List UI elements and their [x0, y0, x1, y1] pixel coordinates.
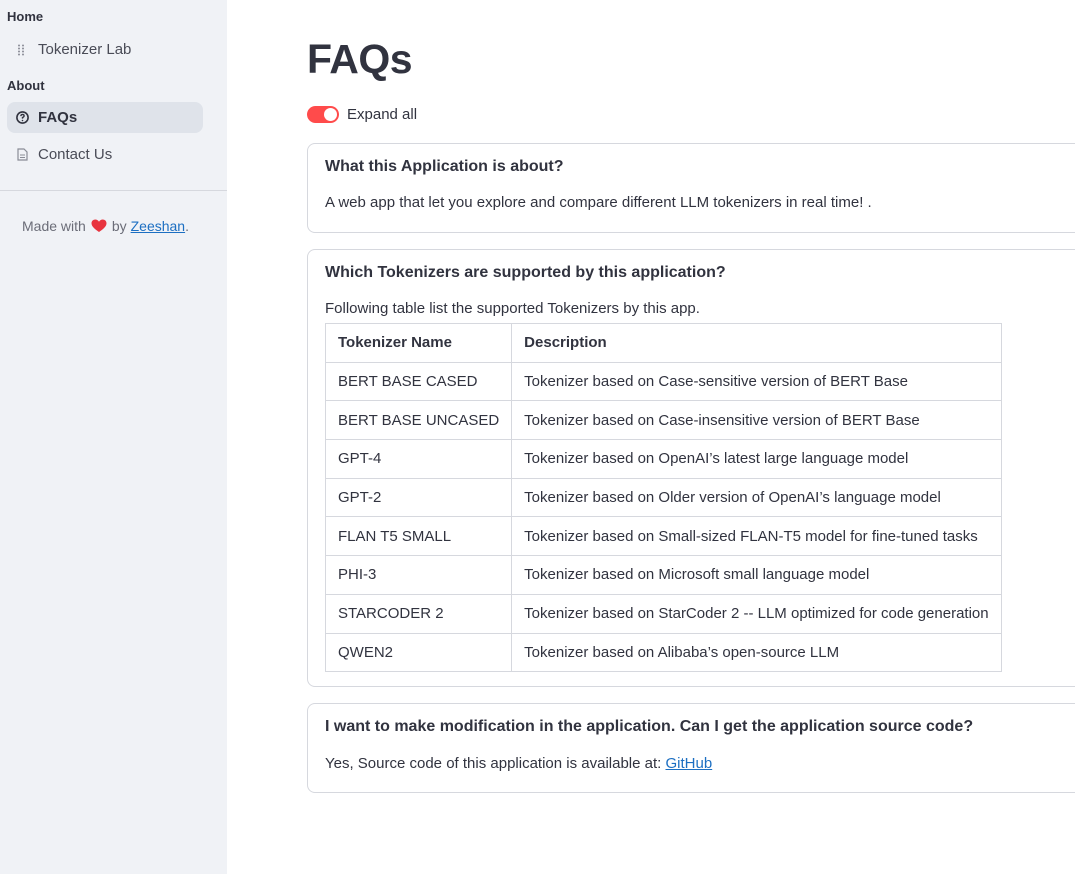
faq-card-about[interactable]: What this Application is about? A web ap…: [307, 143, 1075, 233]
table-row: GPT-2 Tokenizer based on Older version o…: [324, 477, 1002, 518]
grid-dots-icon: [16, 43, 29, 56]
faq-question[interactable]: What this Application is about?: [325, 158, 564, 176]
table-cell-name: GPT-4: [324, 439, 513, 479]
table-cell-name: PHI-3: [324, 555, 513, 595]
table-cell-name: QWEN2: [324, 632, 513, 673]
table-cell-description: Tokenizer based on Alibaba’s open-source…: [511, 632, 1002, 673]
sidebar: Home Tokenizer Lab About FAQs Contact Us…: [0, 0, 227, 874]
tokenizers-table: Tokenizer Name Description BERT BASE CAS…: [324, 323, 1002, 673]
made-with-by: by: [111, 218, 127, 234]
table-cell-description: Tokenizer based on Case-sensitive versio…: [511, 361, 1002, 402]
table-header-name: Tokenizer Name: [324, 323, 513, 363]
sidebar-item-label: Tokenizer Lab: [38, 41, 132, 58]
table-cell-description: Tokenizer based on Older version of Open…: [511, 477, 1002, 518]
table-cell-description: Tokenizer based on Case-insensitive vers…: [511, 400, 1002, 441]
table-cell-name: GPT-2: [324, 477, 513, 518]
nav-section-about: About: [7, 78, 45, 93]
table-cell-name: BERT BASE CASED: [324, 361, 513, 402]
made-with-prefix: Made with: [22, 218, 86, 234]
sidebar-item-contact-us[interactable]: Contact Us: [7, 139, 203, 170]
heart-icon: [91, 219, 107, 233]
sidebar-divider: [0, 190, 227, 191]
table-header-description: Description: [511, 323, 1002, 363]
table-cell-name: BERT BASE UNCASED: [324, 400, 513, 441]
app: Home Tokenizer Lab About FAQs Contact Us…: [0, 0, 1075, 874]
faq-answer: Following table list the supported Token…: [325, 300, 700, 317]
table-row: STARCODER 2 Tokenizer based on StarCoder…: [324, 593, 1002, 634]
faq-answer-row: Yes, Source code of this application is …: [325, 755, 712, 772]
made-with-suffix: .: [185, 218, 189, 234]
faq-answer: Yes, Source code of this application is …: [325, 755, 662, 772]
expand-all-row: Expand all: [307, 106, 417, 123]
table-cell-description: Tokenizer based on OpenAI’s latest large…: [511, 439, 1002, 479]
document-icon: [16, 148, 29, 161]
page-title: FAQs: [307, 36, 413, 82]
table-cell-description: Tokenizer based on Small-sized FLAN-T5 m…: [511, 516, 1002, 557]
author-link[interactable]: Zeeshan: [131, 218, 185, 234]
table-cell-name: STARCODER 2: [324, 593, 513, 634]
nav-section-home: Home: [7, 9, 44, 24]
table-row: BERT BASE CASED Tokenizer based on Case-…: [324, 361, 1002, 402]
table-cell-name: FLAN T5 SMALL: [324, 516, 513, 557]
table-row: GPT-4 Tokenizer based on OpenAI’s latest…: [324, 439, 1002, 479]
table-row: PHI-3 Tokenizer based on Microsoft small…: [324, 555, 1002, 595]
expand-all-label: Expand all: [347, 106, 418, 123]
sidebar-item-faqs[interactable]: FAQs: [7, 102, 203, 133]
made-with-footer: Made with by Zeeshan .: [22, 218, 189, 234]
table-cell-description: Tokenizer based on StarCoder 2 -- LLM op…: [511, 593, 1002, 634]
question-circle-icon: [16, 111, 29, 124]
expand-all-toggle[interactable]: [307, 106, 339, 123]
faq-card-source-code[interactable]: I want to make modification in the appli…: [307, 703, 1075, 793]
table-cell-description: Tokenizer based on Microsoft small langu…: [511, 555, 1002, 595]
table-header-row: Tokenizer Name Description: [324, 323, 1002, 363]
github-link[interactable]: GitHub: [666, 755, 713, 772]
faq-answer: A web app that let you explore and compa…: [325, 194, 872, 211]
table-row: FLAN T5 SMALL Tokenizer based on Small-s…: [324, 516, 1002, 557]
faq-question[interactable]: I want to make modification in the appli…: [325, 718, 973, 736]
table-row: QWEN2 Tokenizer based on Alibaba’s open-…: [324, 632, 1002, 673]
sidebar-item-label: FAQs: [38, 109, 78, 126]
sidebar-item-label: Contact Us: [38, 146, 113, 163]
table-row: BERT BASE UNCASED Tokenizer based on Cas…: [324, 400, 1002, 441]
faq-question[interactable]: Which Tokenizers are supported by this a…: [325, 264, 726, 282]
sidebar-item-tokenizer-lab[interactable]: Tokenizer Lab: [7, 34, 203, 65]
faq-card-tokenizers[interactable]: Which Tokenizers are supported by this a…: [307, 249, 1075, 687]
